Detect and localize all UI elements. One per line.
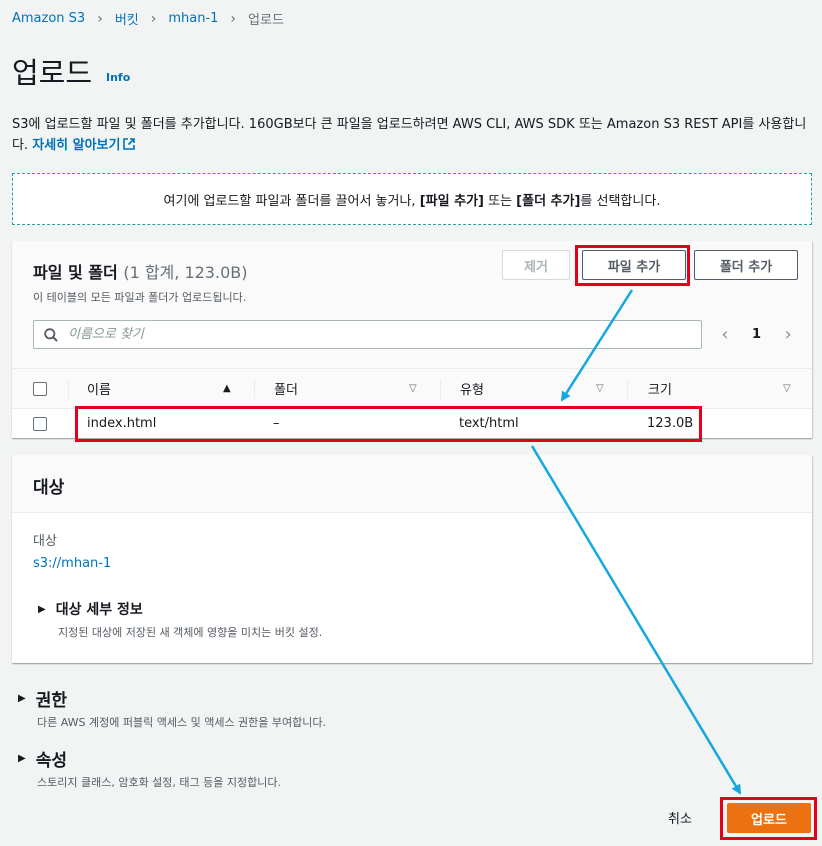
properties-toggle[interactable]: ▶ 속성 <box>18 746 67 771</box>
column-folder[interactable]: 폴더 <box>274 379 298 398</box>
dropzone-text-after: 를 선택합니다. <box>580 193 661 209</box>
search-box <box>33 320 702 349</box>
column-divider <box>68 379 69 399</box>
file-folder: – <box>273 416 280 431</box>
breadcrumb-amazon-s3[interactable]: Amazon S3 <box>12 11 85 26</box>
add-folder-button[interactable]: 폴더 추가 <box>694 250 798 280</box>
column-size[interactable]: 크기 <box>648 379 672 398</box>
properties-desc: 스토리지 클래스, 암호화 설정, 태그 등을 지정합니다. <box>37 776 281 789</box>
destination-details-toggle[interactable]: ▶ 대상 세부 정보 <box>38 599 143 619</box>
destination-panel: 대상 대상 s3://mhan-1 ▶ 대상 세부 정보 지정된 대상에 저장된… <box>12 455 812 663</box>
breadcrumb-current: 업로드 <box>248 13 284 28</box>
file-type: text/html <box>459 416 519 431</box>
column-divider <box>627 379 628 399</box>
file-name: index.html <box>87 416 157 431</box>
table-header: 이름 ▲ 폴더 ▽ 유형 ▽ 크기 ▽ <box>12 368 812 408</box>
pagination: ‹ 1 › <box>718 324 795 345</box>
cancel-button[interactable]: 취소 <box>668 808 692 827</box>
row-checkbox[interactable] <box>33 417 47 431</box>
page-title: 업로드 <box>12 56 93 90</box>
caret-right-icon: ▶ <box>18 753 26 764</box>
caret-right-icon: ▶ <box>38 603 46 615</box>
column-type[interactable]: 유형 <box>460 379 484 398</box>
upload-button[interactable]: 업로드 <box>727 803 811 833</box>
sort-icon[interactable]: ▽ <box>409 383 417 394</box>
learn-more-label: 자세히 알아보기 <box>32 138 121 153</box>
destination-label: 대상 <box>33 534 57 549</box>
remove-button[interactable]: 제거 <box>502 250 570 280</box>
external-link-icon <box>123 138 136 150</box>
table-row[interactable]: index.html – text/html 123.0B <box>12 408 812 438</box>
info-link[interactable]: Info <box>106 71 130 84</box>
caret-right-icon: ▶ <box>18 693 26 704</box>
chevron-right-icon: › <box>150 10 157 27</box>
page-description: S3에 업로드할 파일 및 폴더를 추가합니다. 160GB보다 큰 파일을 업… <box>12 114 812 156</box>
properties-title: 속성 <box>35 751 67 771</box>
sort-ascending-icon[interactable]: ▲ <box>223 383 231 394</box>
breadcrumb: Amazon S3 › 버킷 › mhan-1 › 업로드 <box>12 9 284 29</box>
dropzone-text-middle: 또는 <box>488 193 513 209</box>
search-input[interactable] <box>68 327 668 342</box>
chevron-right-icon: › <box>97 10 103 27</box>
chevron-right-icon: › <box>230 10 237 27</box>
column-name[interactable]: 이름 <box>87 379 111 398</box>
file-size: 123.0B <box>647 416 694 431</box>
column-divider <box>440 379 441 399</box>
sort-icon[interactable]: ▽ <box>783 383 791 394</box>
destination-header: 대상 <box>12 455 812 513</box>
destination-link[interactable]: s3://mhan-1 <box>33 556 111 571</box>
chevron-right-icon[interactable]: › <box>781 324 795 345</box>
files-panel: 파일 및 폴더 (1 합계, 123.0B) 이 테이블의 모든 파일과 폴더가… <box>12 241 812 438</box>
permissions-toggle[interactable]: ▶ 권한 <box>18 686 67 711</box>
sort-icon[interactable]: ▽ <box>596 383 604 394</box>
permissions-title: 권한 <box>35 691 67 711</box>
search-icon <box>44 327 58 342</box>
dropzone-add-folder: [폴더 추가] <box>516 193 581 209</box>
learn-more-link[interactable]: 자세히 알아보기 <box>32 138 136 153</box>
destination-title: 대상 <box>33 478 65 498</box>
files-panel-title: 파일 및 폴더 (1 합계, 123.0B) <box>33 259 247 283</box>
dropzone-text-before: 여기에 업로드할 파일과 폴더를 끌어서 놓거나, <box>163 193 416 209</box>
files-panel-subtitle: 이 테이블의 모든 파일과 폴더가 업로드됩니다. <box>33 291 247 304</box>
page-number[interactable]: 1 <box>752 327 761 342</box>
add-files-button[interactable]: 파일 추가 <box>582 250 686 280</box>
dropzone-add-files: [파일 추가] <box>419 193 484 209</box>
destination-details-title: 대상 세부 정보 <box>55 602 143 618</box>
files-title: 파일 및 폴더 <box>33 263 118 282</box>
files-count: (1 합계, 123.0B) <box>123 263 248 282</box>
permissions-desc: 다른 AWS 계정에 퍼블릭 액세스 및 액세스 권한을 부여합니다. <box>37 716 327 729</box>
breadcrumb-buckets[interactable]: 버킷 <box>115 9 139 28</box>
destination-details-desc: 지정된 대상에 저장된 새 객체에 영향을 미치는 버킷 설정. <box>58 626 323 639</box>
column-divider <box>254 379 255 399</box>
breadcrumb-bucket[interactable]: mhan-1 <box>168 11 218 26</box>
upload-dropzone[interactable]: 여기에 업로드할 파일과 폴더를 끌어서 놓거나, [파일 추가] 또는 [폴더… <box>12 173 812 225</box>
chevron-left-icon[interactable]: ‹ <box>718 324 732 345</box>
select-all-checkbox[interactable] <box>33 382 47 396</box>
